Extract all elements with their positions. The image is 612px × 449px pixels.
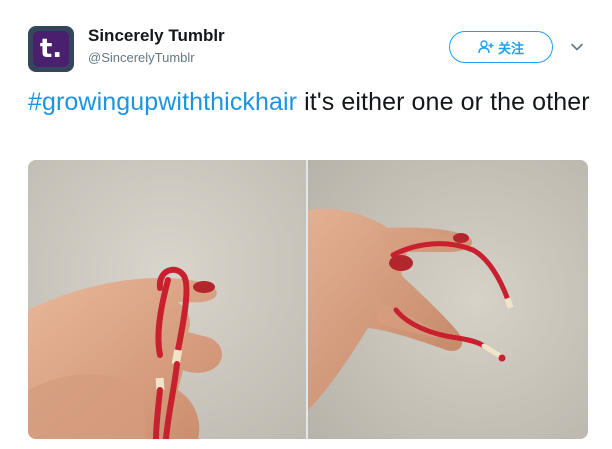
hashtag-link[interactable]: #growingupwiththickhair (28, 88, 297, 116)
add-user-icon (478, 40, 494, 54)
avatar-logo: t. (33, 31, 69, 67)
media-grid (28, 160, 588, 439)
avatar[interactable]: t. (28, 26, 74, 72)
display-name[interactable]: Sincerely Tumblr (88, 26, 225, 46)
follow-button[interactable]: 关注 (449, 31, 553, 63)
screen-name[interactable]: @SincerelyTumblr (88, 50, 195, 65)
follow-button-label: 关注 (497, 40, 524, 56)
tweet-card: t. Sincerely Tumblr @SincerelyTumblr 关注 … (0, 0, 612, 449)
photo-hair-tie-broken[interactable] (308, 160, 588, 439)
chevron-down-icon[interactable] (570, 40, 584, 54)
tweet-text: #growingupwiththickhair it's either one … (28, 86, 598, 118)
photo-hair-tie-intact[interactable] (28, 160, 306, 439)
tweet-body: it's either one or the other (297, 88, 590, 116)
